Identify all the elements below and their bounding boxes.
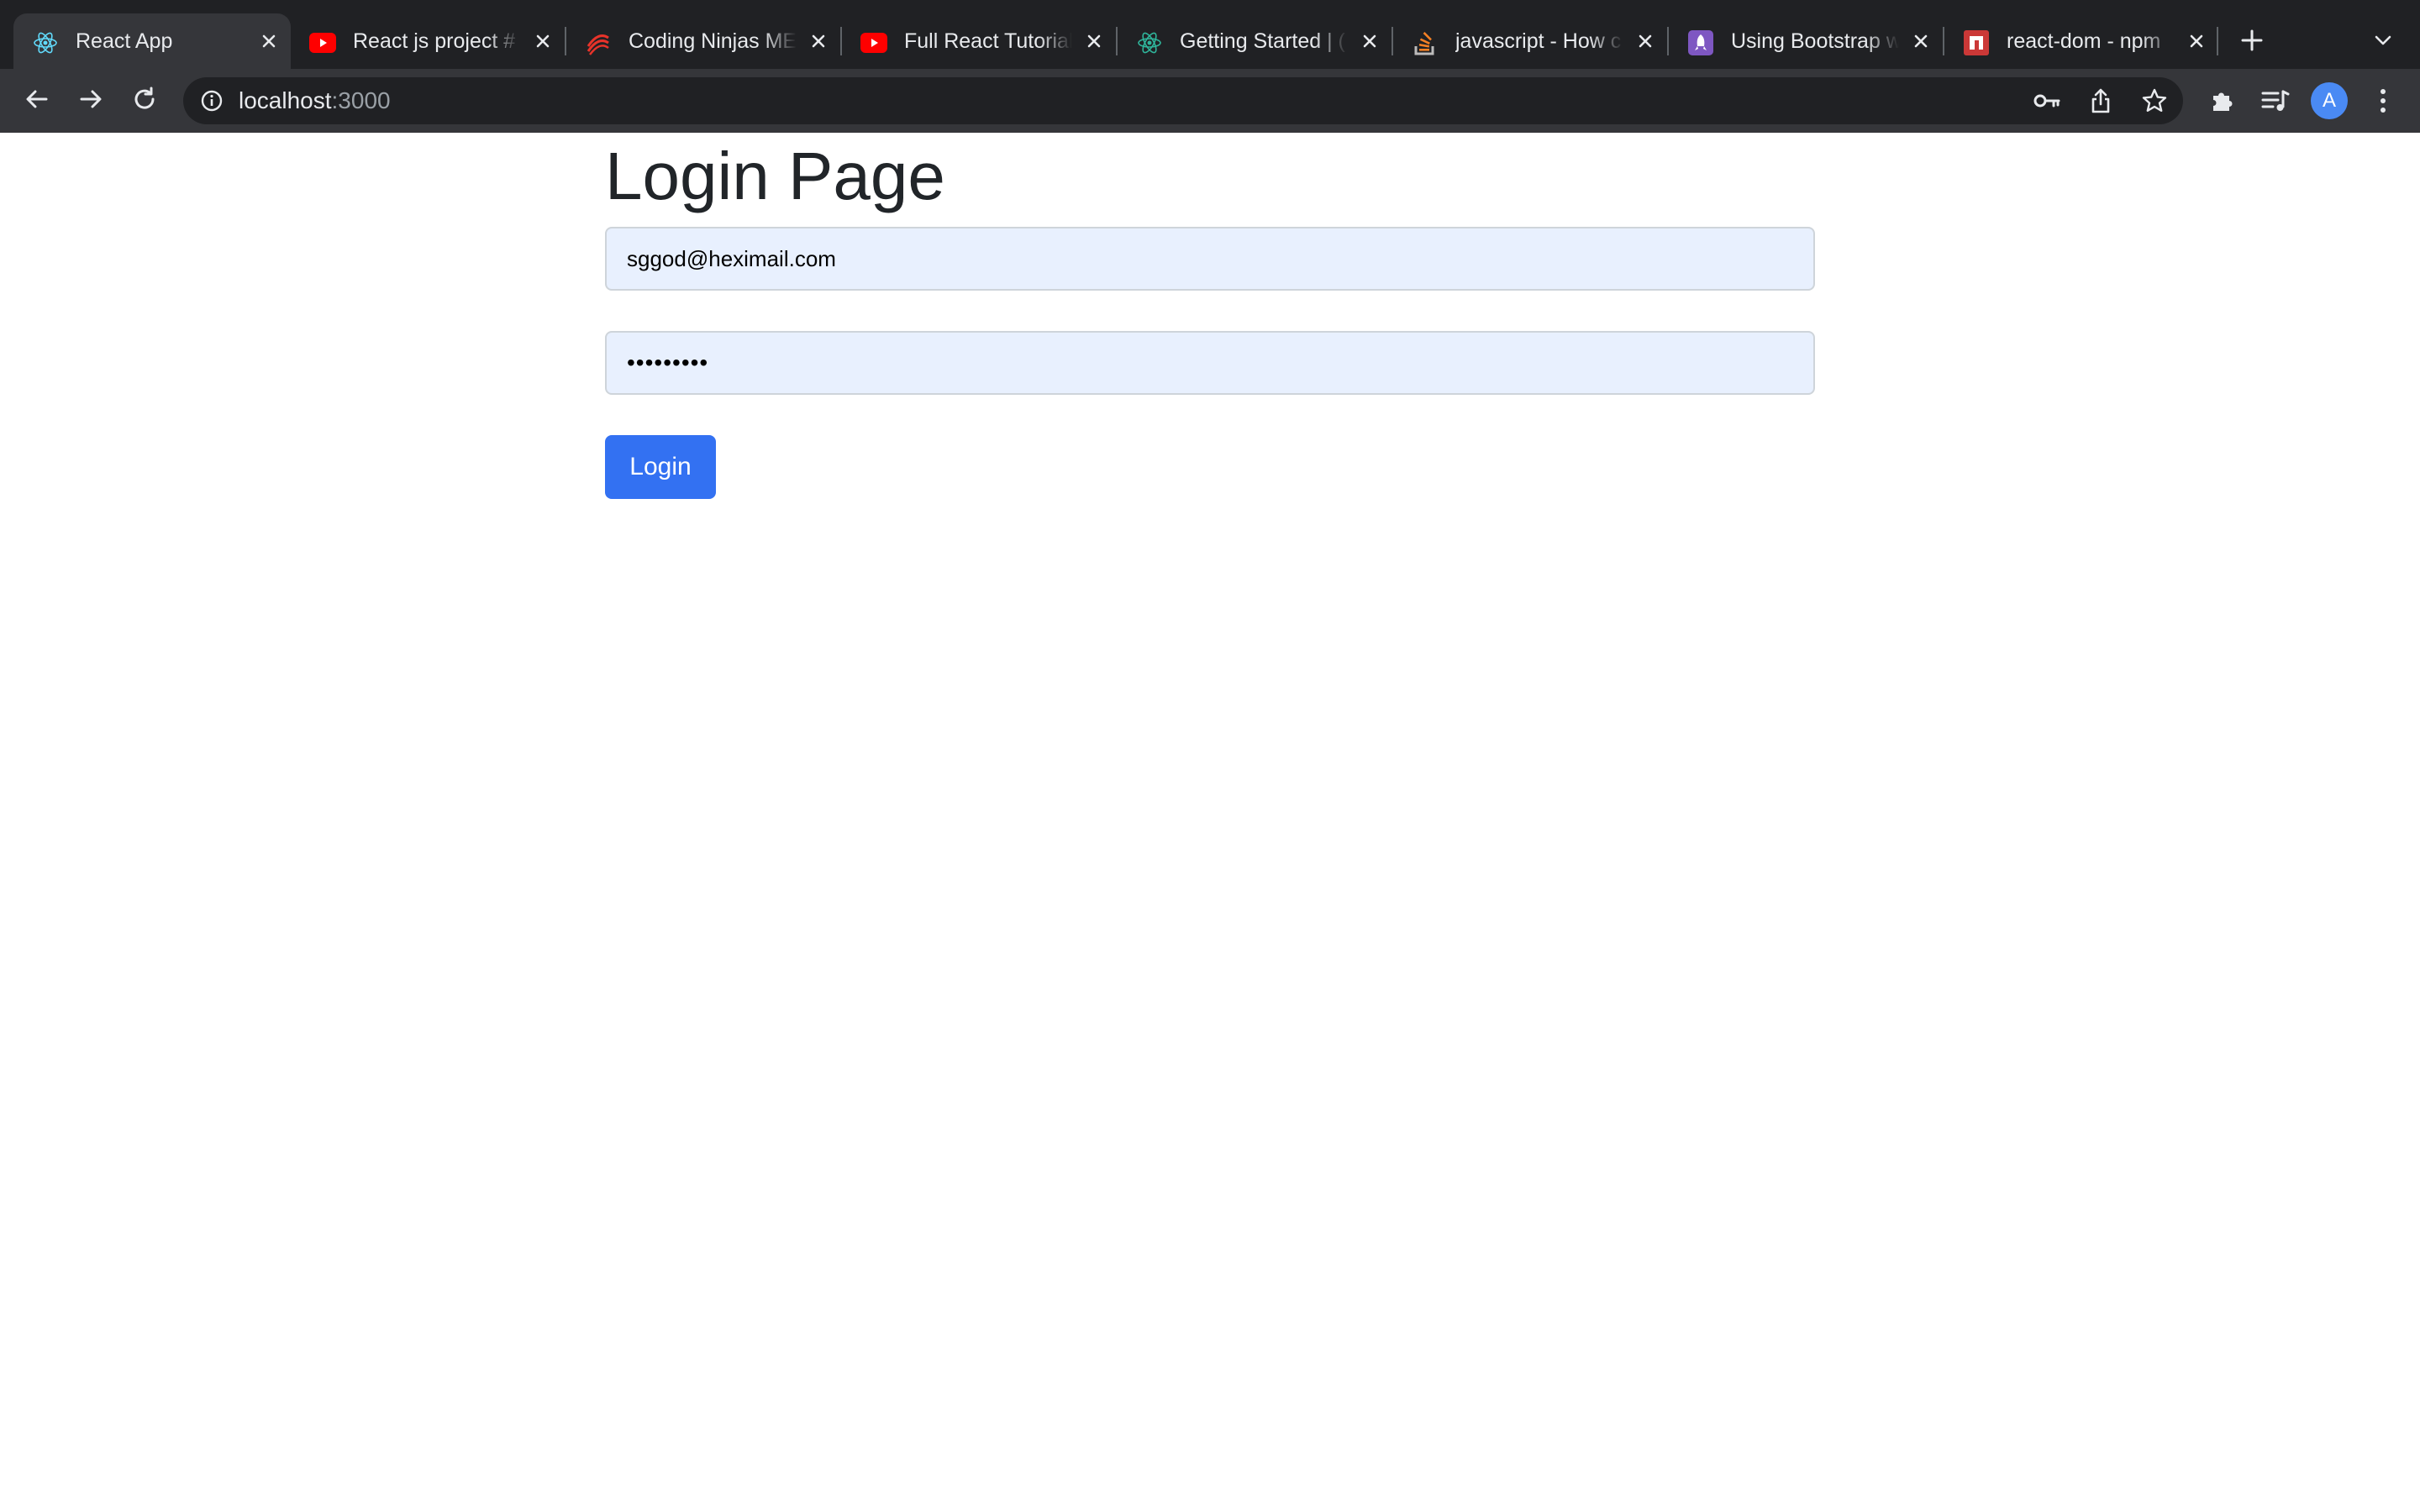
close-tab-icon[interactable] bbox=[1356, 28, 1383, 55]
new-tab-button[interactable] bbox=[2235, 25, 2269, 59]
npm-icon bbox=[1963, 29, 1990, 56]
tab-using-bootstrap[interactable]: Using Bootstrap w bbox=[1669, 13, 1943, 69]
coding-ninjas-icon bbox=[585, 29, 612, 56]
tab-separator bbox=[2217, 27, 2218, 55]
close-tab-icon[interactable] bbox=[1081, 28, 1107, 55]
key-icon[interactable] bbox=[2033, 87, 2060, 114]
tab-title: Full React Tutorial bbox=[904, 29, 1072, 53]
arrow-left-icon bbox=[24, 86, 50, 117]
tab-title: react-dom - npm bbox=[2007, 29, 2161, 53]
back-button[interactable] bbox=[20, 84, 54, 118]
profile-avatar[interactable]: A bbox=[2311, 82, 2348, 119]
browser-toolbar: localhost:3000 A bbox=[0, 69, 2420, 133]
stackoverflow-icon bbox=[1412, 29, 1439, 56]
reload-button[interactable] bbox=[128, 84, 161, 118]
tab-coding-ninjas[interactable]: Coding Ninjas ME bbox=[566, 13, 840, 69]
tab-title: Coding Ninjas ME bbox=[629, 29, 797, 53]
close-tab-icon[interactable] bbox=[2183, 28, 2210, 55]
address-url: localhost:3000 bbox=[239, 77, 391, 124]
email-field[interactable] bbox=[605, 227, 1815, 291]
close-tab-icon[interactable] bbox=[1907, 28, 1934, 55]
close-tab-icon[interactable] bbox=[529, 28, 556, 55]
tab-title: javascript - How c bbox=[1455, 29, 1622, 53]
star-icon[interactable] bbox=[2141, 87, 2168, 114]
react-icon bbox=[32, 29, 59, 56]
share-icon[interactable] bbox=[2087, 87, 2114, 114]
more-menu-icon[interactable] bbox=[2368, 86, 2398, 116]
close-tab-icon[interactable] bbox=[1632, 28, 1659, 55]
close-tab-icon[interactable] bbox=[805, 28, 832, 55]
address-host: localhost bbox=[239, 87, 332, 113]
tab-react-app[interactable]: React App bbox=[13, 13, 291, 69]
extensions-puzzle-icon[interactable] bbox=[2207, 86, 2237, 116]
reading-list-icon[interactable] bbox=[2260, 86, 2291, 116]
login-button[interactable]: Login bbox=[605, 435, 716, 499]
tab-title: Using Bootstrap w bbox=[1731, 29, 1899, 53]
tab-full-react-tutorial[interactable]: Full React Tutorial bbox=[842, 13, 1116, 69]
tab-getting-started[interactable]: Getting Started | ( bbox=[1118, 13, 1392, 69]
forward-button[interactable] bbox=[74, 84, 108, 118]
page-title: Login Page bbox=[605, 139, 945, 213]
react-icon bbox=[1136, 29, 1163, 56]
tab-title: React App bbox=[76, 29, 173, 53]
tab-javascript-how[interactable]: javascript - How c bbox=[1393, 13, 1667, 69]
bootstrap-icon bbox=[1687, 29, 1714, 56]
tab-title: Getting Started | ( bbox=[1180, 29, 1345, 53]
tab-react-js-project[interactable]: React js project # bbox=[291, 13, 565, 69]
youtube-icon bbox=[309, 29, 336, 56]
password-field[interactable] bbox=[605, 331, 1815, 395]
tab-react-dom-npm[interactable]: react-dom - npm bbox=[1944, 13, 2218, 69]
browser-tab-strip: React App React js project # Coding Ninj… bbox=[0, 0, 2420, 72]
arrow-right-icon bbox=[77, 86, 104, 117]
tab-search-button[interactable] bbox=[2368, 27, 2398, 57]
youtube-icon bbox=[860, 29, 887, 56]
site-info-icon[interactable] bbox=[198, 87, 225, 114]
reload-icon bbox=[131, 86, 158, 117]
close-tab-icon[interactable] bbox=[255, 28, 282, 55]
address-bar[interactable]: localhost:3000 bbox=[183, 77, 2183, 124]
tab-title: React js project # bbox=[353, 29, 516, 53]
page-content: Login Page Login bbox=[0, 133, 2420, 1512]
chevron-down-icon bbox=[2373, 34, 2393, 51]
address-port: :3000 bbox=[331, 87, 391, 113]
plus-icon bbox=[2240, 29, 2264, 56]
